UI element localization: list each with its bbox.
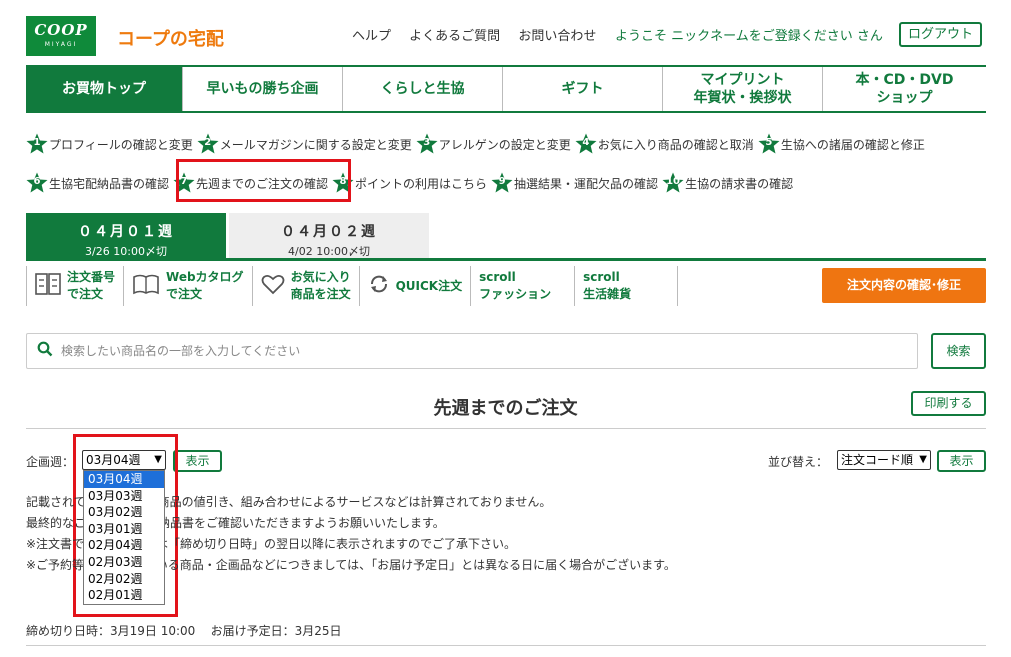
- step-label: 生協宅配納品書の確認: [49, 176, 170, 191]
- page-title: 先週までのご注文: [433, 398, 578, 419]
- scroll-fashion-button[interactable]: scroll ファッション: [470, 266, 574, 306]
- tab-gift[interactable]: ギフト: [502, 67, 662, 111]
- tab-life-coop[interactable]: くらしと生協: [342, 67, 502, 111]
- week-tab-0402[interactable]: ０４月０２週 4/02 10:00〆切: [229, 213, 429, 258]
- step-link-9[interactable]: 9 抽選結果・運配欠品の確認: [491, 172, 658, 194]
- search-icon: [37, 341, 53, 361]
- step-link-10[interactable]: 10 生協の請求書の確認: [662, 172, 793, 194]
- search-button[interactable]: 検索: [931, 333, 986, 369]
- quick-order-button[interactable]: QUICK注文: [358, 266, 471, 306]
- week-tab-0401[interactable]: ０４月０１週 3/26 10:00〆切: [26, 213, 226, 258]
- step-link-6[interactable]: 6 生協宅配納品書の確認: [26, 172, 169, 194]
- delivery-date: お届け予定日：3月25日: [210, 624, 342, 638]
- week-tab-underline: [26, 258, 986, 261]
- divider: [26, 645, 986, 646]
- coop-logo[interactable]: COOP MIYAGI: [26, 16, 96, 56]
- tab-early-bird[interactable]: 早いもの勝ち企画: [182, 67, 342, 111]
- steps-row-1: 1 プロフィールの確認と変更 2 メールマガジンに関する設定と変更 3 アレルゲンの設定と…: [26, 133, 1001, 158]
- tab-books-cd-dvd[interactable]: 本・CD・DVD ショップ: [822, 67, 986, 111]
- dropdown-option[interactable]: 02月03週: [84, 554, 164, 571]
- week-dropdown-list: 03月04週 03月03週 03月02週 03月01週 02月04週 02月03週 02月0…: [83, 470, 165, 605]
- main-nav: お買物トップ 早いもの勝ち企画 くらしと生協 ギフト マイプリント 年賀状・挨拶状…: [26, 65, 986, 113]
- deadline-info: 締め切り日時：3月19日 10:00 お届け予定日：3月25日: [26, 622, 341, 639]
- step-link-4[interactable]: 4 お気に入り商品の確認と取消: [575, 133, 754, 155]
- site-header: COOP MIYAGI コープの宅配 ヘルプ よくあるご質問 お問い合わせ よう…: [0, 0, 1011, 64]
- tab-shopping-top[interactable]: お買物トップ: [26, 67, 182, 111]
- contact-link[interactable]: お問い合わせ: [518, 29, 596, 44]
- step-label: 生協の請求書の確認: [685, 176, 794, 191]
- dropdown-option[interactable]: 02月02週: [84, 571, 164, 588]
- search-box: [26, 333, 918, 369]
- order-by-number-button[interactable]: 注文番号 で注文: [26, 266, 123, 306]
- sort-select[interactable]: 注文コード順 ▼: [837, 450, 931, 470]
- heart-icon: [261, 273, 285, 300]
- star-number-icon: 3: [416, 133, 438, 155]
- scroll-goods-button[interactable]: scroll 生活雑貨: [574, 266, 679, 306]
- dropdown-option[interactable]: 03月04週: [84, 471, 164, 488]
- logo-subtext: MIYAGI: [44, 41, 78, 48]
- logo-text: COOP: [34, 21, 88, 39]
- print-button[interactable]: 印刷する: [911, 391, 986, 416]
- search-input[interactable]: [61, 344, 861, 358]
- step-label: メールマガジンに関する設定と変更: [219, 137, 412, 152]
- step-label: ポイントの利用はこちら: [355, 176, 488, 191]
- step-label: 生協への諸届の確認と修正: [780, 137, 925, 152]
- header-links: ヘルプ よくあるご質問 お問い合わせ: [352, 25, 610, 44]
- faq-link[interactable]: よくあるご質問: [409, 29, 500, 44]
- brand-title[interactable]: コープの宅配: [117, 25, 224, 51]
- sort-show-button[interactable]: 表示: [937, 450, 986, 472]
- week-show-button[interactable]: 表示: [173, 450, 222, 472]
- chevron-down-icon: ▼: [919, 454, 927, 465]
- dropdown-option[interactable]: 02月01週: [84, 587, 164, 604]
- star-number-icon: 2: [197, 133, 219, 155]
- dropdown-option[interactable]: 03月01週: [84, 521, 164, 538]
- step-link-2[interactable]: 2 メールマガジンに関する設定と変更: [197, 133, 412, 155]
- step-link-5[interactable]: 5 生協への諸届の確認と修正: [758, 133, 925, 155]
- steps-row-2: 6 生協宅配納品書の確認 7 先週までのご注文の確認 8 ポイントの利用はこちら 9 抽選結果…: [26, 172, 1001, 197]
- help-link[interactable]: ヘルプ: [352, 29, 391, 44]
- catalog-book-icon: [132, 273, 160, 300]
- order-favorites-button[interactable]: お気に入り 商品を注文: [251, 266, 359, 306]
- step-label: アレルゲンの設定と変更: [438, 137, 571, 152]
- sort-label: 並び替え：: [768, 455, 829, 469]
- star-number-icon: 9: [491, 172, 513, 194]
- confirm-order-button[interactable]: 注文内容の確認･修正: [822, 268, 986, 303]
- step-link-1[interactable]: 1 プロフィールの確認と変更: [26, 133, 193, 155]
- refresh-icon: [368, 273, 390, 300]
- week-filter-label: 企画週：: [26, 455, 75, 469]
- dropdown-option[interactable]: 03月02週: [84, 504, 164, 521]
- step-label: 抽選結果・運配欠品の確認: [514, 176, 659, 191]
- star-number-icon: 6: [26, 172, 48, 194]
- star-number-icon: 1: [26, 133, 48, 155]
- tab-myprint[interactable]: マイプリント 年賀状・挨拶状: [662, 67, 822, 111]
- step-link-3[interactable]: 3 アレルゲンの設定と変更: [416, 133, 571, 155]
- order-number-icon: [35, 272, 61, 301]
- step-link-8[interactable]: 8 ポイントの利用はこちら: [332, 172, 487, 194]
- star-number-icon: 10: [662, 172, 684, 194]
- step-label: プロフィールの確認と変更: [49, 137, 193, 152]
- step-label: お気に入り商品の確認と取消: [597, 137, 754, 152]
- divider: [26, 428, 986, 429]
- dropdown-option[interactable]: 02月04週: [84, 537, 164, 554]
- order-by-catalog-button[interactable]: Webカタログ で注文: [123, 266, 252, 306]
- highlight-box-step7: [176, 159, 351, 202]
- cutoff-time: 締め切り日時：3月19日 10:00: [26, 624, 196, 638]
- logout-button[interactable]: ログアウト: [899, 22, 982, 47]
- welcome-text[interactable]: ようこそ ニックネームをご登録ください さん: [615, 25, 883, 44]
- star-number-icon: 5: [758, 133, 780, 155]
- dropdown-option[interactable]: 03月03週: [84, 488, 164, 505]
- star-number-icon: 4: [575, 133, 597, 155]
- order-tools: 注文番号 で注文 Webカタログ で注文 お気に入り 商品を注文 QUICK注文 sc…: [26, 266, 679, 306]
